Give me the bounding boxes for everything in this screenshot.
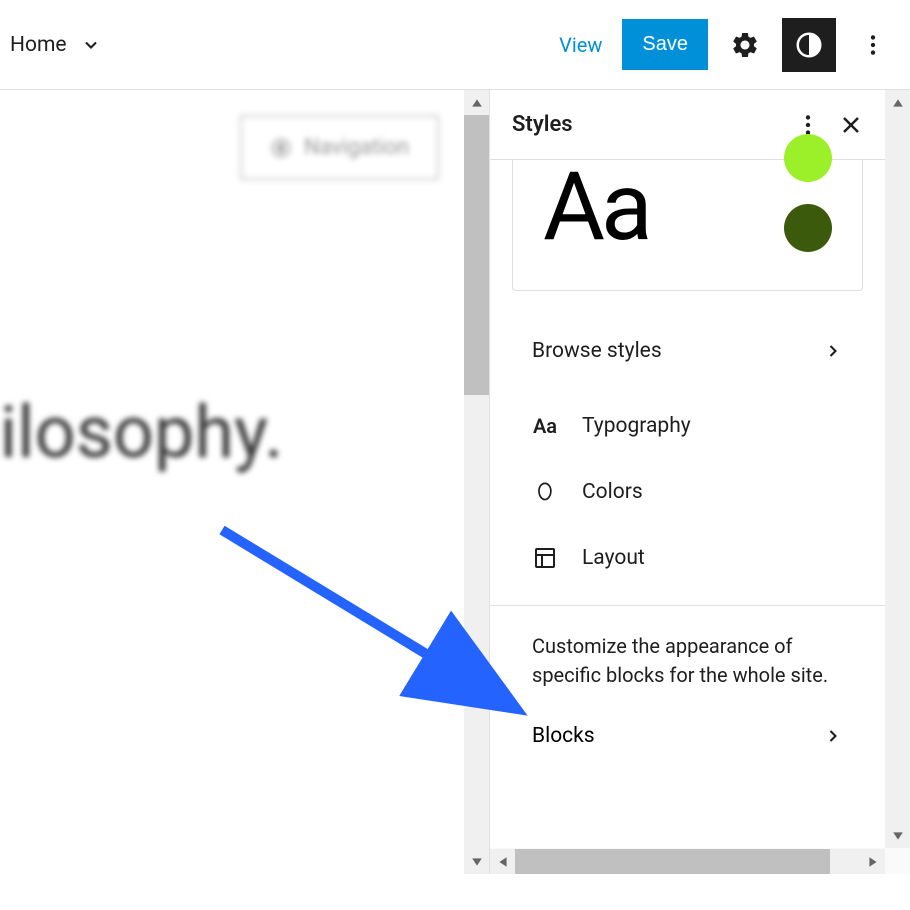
- blocks-label: Blocks: [532, 724, 595, 748]
- scroll-up-icon[interactable]: [464, 90, 489, 115]
- color-previews: [784, 134, 832, 252]
- scroll-up-icon[interactable]: [885, 90, 910, 115]
- scroll-thumb[interactable]: [464, 115, 489, 395]
- canvas-area: Navigation hilosophy.: [0, 90, 490, 874]
- home-breadcrumb[interactable]: Home: [10, 33, 67, 57]
- colors-icon: [530, 477, 560, 507]
- canvas-content: Navigation hilosophy.: [0, 90, 489, 130]
- colors-label: Colors: [582, 480, 643, 504]
- browse-styles-item[interactable]: Browse styles: [490, 321, 885, 381]
- main-area: Navigation hilosophy. Styles: [0, 90, 910, 874]
- typography-preview: Aa: [543, 160, 649, 255]
- panel-title: Styles: [512, 112, 573, 137]
- navigation-block-label: Navigation: [304, 135, 409, 160]
- blocks-description: Customize the appearance of specific blo…: [490, 620, 885, 706]
- scroll-right-icon[interactable]: [860, 849, 885, 874]
- colors-item[interactable]: Colors: [490, 459, 885, 525]
- sidebar-vertical-scrollbar[interactable]: [885, 90, 910, 848]
- blocks-item[interactable]: Blocks: [490, 706, 885, 766]
- more-options-button[interactable]: [846, 18, 900, 72]
- top-bar: Home View Save: [0, 0, 910, 90]
- view-link[interactable]: View: [549, 25, 612, 65]
- chevron-right-icon: [823, 726, 843, 746]
- typography-icon: Aa: [530, 411, 560, 441]
- style-preview-card[interactable]: Aa: [512, 160, 863, 291]
- layout-label: Layout: [582, 546, 645, 570]
- typography-item[interactable]: Aa Typography: [490, 393, 885, 459]
- browse-styles-label: Browse styles: [532, 339, 662, 363]
- styles-toggle-button[interactable]: [782, 18, 836, 72]
- scroll-left-icon[interactable]: [490, 849, 515, 874]
- layout-icon: [530, 543, 560, 573]
- top-right: View Save: [549, 18, 900, 72]
- sidebar-area: Styles Aa Brow: [490, 90, 910, 874]
- color-swatch-lime: [784, 134, 832, 182]
- top-left: Home: [10, 33, 103, 57]
- canvas-vertical-scrollbar[interactable]: [464, 90, 489, 874]
- chevron-down-icon[interactable]: [79, 33, 103, 57]
- color-swatch-olive: [784, 204, 832, 252]
- scroll-down-icon[interactable]: [464, 849, 489, 874]
- close-icon[interactable]: [839, 113, 863, 137]
- scroll-thumb-h[interactable]: [515, 849, 830, 874]
- typography-label: Typography: [582, 414, 691, 438]
- navigation-block[interactable]: Navigation: [240, 115, 439, 180]
- save-button[interactable]: Save: [622, 19, 708, 70]
- canvas-heading: hilosophy.: [0, 390, 283, 475]
- chevron-right-icon: [823, 341, 843, 361]
- divider: [490, 605, 885, 606]
- styles-panel: Styles Aa Brow: [490, 90, 885, 848]
- sidebar-horizontal-scrollbar[interactable]: [490, 849, 885, 874]
- settings-button[interactable]: [718, 18, 772, 72]
- layout-item[interactable]: Layout: [490, 525, 885, 591]
- scroll-down-icon[interactable]: [885, 823, 910, 848]
